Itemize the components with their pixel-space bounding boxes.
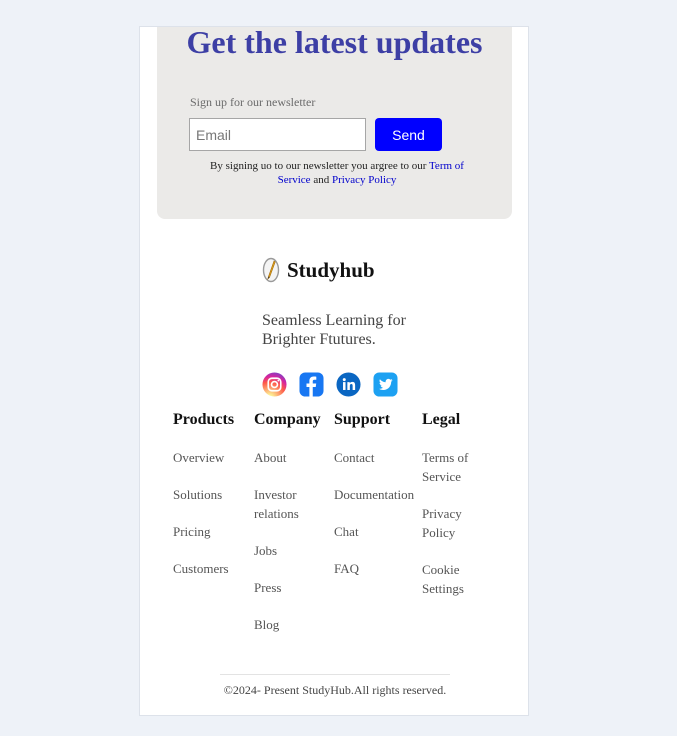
brand-name: Studyhub [287,257,375,282]
footer-link-about[interactable]: About [254,448,324,467]
footer-column-products: Products Overview Solutions Pricing Cust… [173,410,234,596]
send-button[interactable]: Send [375,118,442,151]
footer-link-privacy-policy[interactable]: Privacy Policy [422,504,484,542]
footer-column-company: Company About Investor relations Jobs Pr… [254,410,324,652]
twitter-icon [373,372,398,397]
social-links [262,372,398,397]
footer-link-documentation[interactable]: Documentation [334,485,414,504]
footer-column-legal: Legal Terms of Service Privacy Policy Co… [422,410,484,616]
column-heading: Support [334,411,391,428]
facebook-icon [299,372,324,397]
terms-text: By signing uo to our newsletter you argr… [210,160,429,172]
instagram-icon [262,372,287,397]
footer-divider [220,674,450,675]
footer-link-overview[interactable]: Overview [173,448,234,467]
footer-link-cookie-settings[interactable]: Cookie Settings [422,560,484,598]
email-field[interactable] [189,118,366,151]
studyhub-logo-icon [262,257,280,283]
copyright: ©2024- Present StudyHub.All rights reser… [223,683,447,697]
newsletter-terms: By signing uo to our newsletter you argr… [197,159,477,187]
linkedin-icon [336,372,361,397]
brand: Studyhub [262,257,375,283]
footer-link-jobs[interactable]: Jobs [254,541,324,560]
footer-link-solutions[interactable]: Solutions [173,485,234,504]
footer-link-pricing[interactable]: Pricing [173,522,234,541]
footer-link-terms-of-service[interactable]: Terms of Service [422,448,484,486]
terms-and-text: and [310,174,332,186]
instagram-link[interactable] [262,372,287,397]
facebook-link[interactable] [299,372,324,397]
footer-link-contact[interactable]: Contact [334,448,414,467]
newsletter-subtitle: Sign up for our newsletter [190,95,316,109]
footer-link-investor-relations[interactable]: Investor relations [254,485,324,523]
brand-tagline: Seamless Learning for Brighter Ftutures. [262,312,406,348]
column-heading: Legal [422,411,461,428]
footer-link-press[interactable]: Press [254,578,324,597]
column-heading: Company [254,411,321,428]
footer-link-faq[interactable]: FAQ [334,559,414,578]
footer-link-customers[interactable]: Customers [173,559,234,578]
newsletter-title: Get the latest updates [186,24,483,60]
column-heading: Products [173,411,235,428]
privacy-policy-link[interactable]: Privacy Policy [332,174,396,186]
newsletter-section: Get the latest updates Sign up for our n… [157,24,512,219]
footer-link-blog[interactable]: Blog [254,615,324,634]
page-card: Get the latest updates Sign up for our n… [139,24,529,716]
twitter-link[interactable] [373,372,398,397]
footer-column-support: Support Contact Documentation Chat FAQ [334,410,414,596]
footer-link-chat[interactable]: Chat [334,522,414,541]
linkedin-link[interactable] [336,372,361,397]
